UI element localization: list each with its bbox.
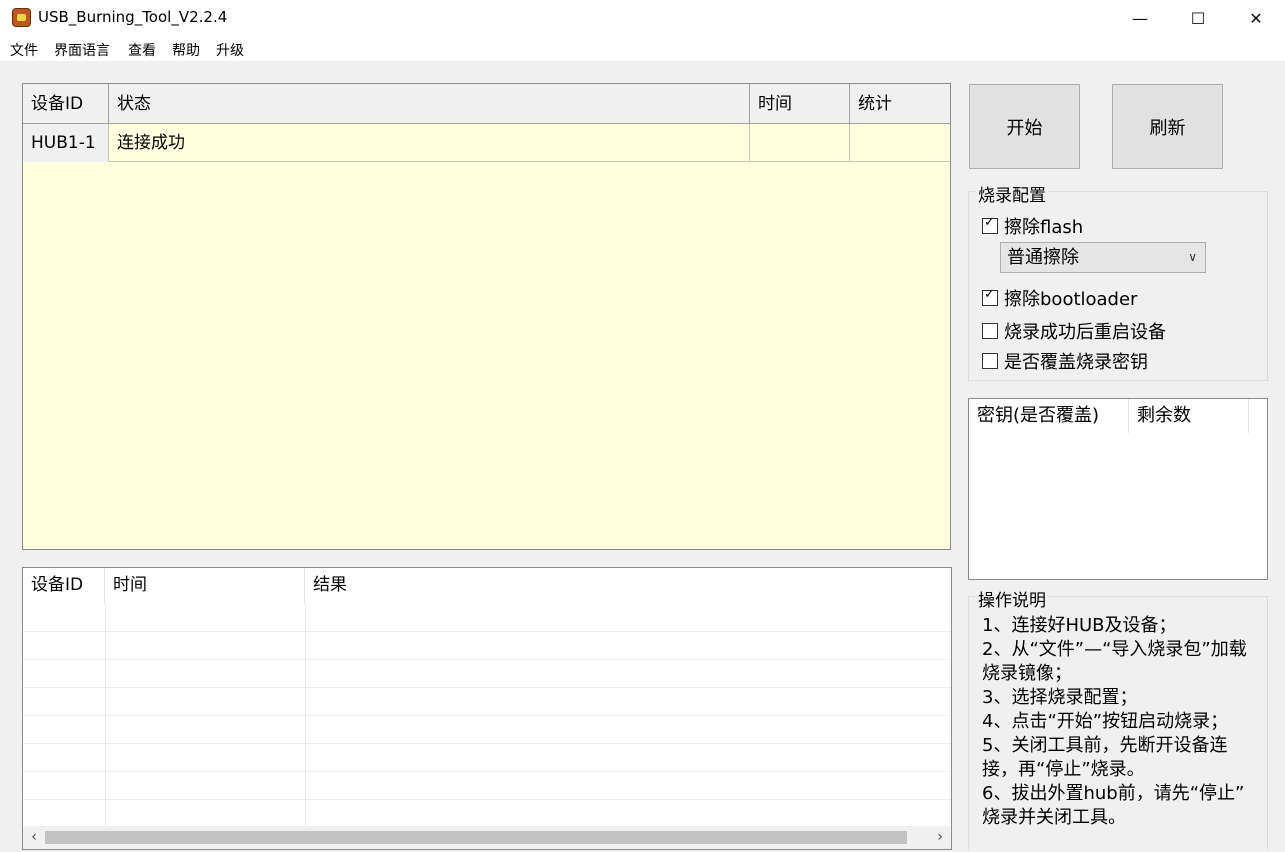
- chevron-down-icon[interactable]: ∨: [1188, 243, 1197, 272]
- device-table-header: 设备ID 状态 时间 统计: [23, 84, 950, 124]
- device-id-cell: HUB1-1: [23, 124, 109, 162]
- instruction-line: 1、连接好HUB及设备；: [982, 615, 1177, 636]
- erase-mode-value: 普通擦除: [1007, 247, 1079, 268]
- instruction-line: 烧录并关闭工具。: [982, 807, 1126, 828]
- burn-config-title: 烧录配置: [976, 181, 1048, 206]
- menu-language[interactable]: 界面语言: [54, 40, 110, 60]
- reboot-after-success-option[interactable]: 烧录成功后重启设备: [982, 318, 1166, 344]
- status-cell: 连接成功: [109, 124, 750, 162]
- reboot-after-success-checkbox[interactable]: [982, 323, 998, 339]
- menu-view[interactable]: 查看: [128, 40, 156, 60]
- erase-bootloader-checkbox[interactable]: [982, 287, 998, 306]
- menu-help[interactable]: 帮助: [172, 40, 200, 60]
- log-grid-row: [23, 772, 951, 800]
- instruction-line: 接，再“停止”烧录。: [982, 759, 1145, 780]
- log-grid-row: [23, 716, 951, 744]
- table-row[interactable]: HUB1-1 连接成功: [23, 124, 950, 162]
- log-grid-row: [23, 744, 951, 772]
- log-column-result[interactable]: 结果: [305, 568, 951, 604]
- erase-bootloader-option[interactable]: 擦除bootloader: [982, 285, 1137, 311]
- instruction-line: 6、拔出外置hub前，请先“停止”: [982, 783, 1245, 804]
- log-table[interactable]: 设备ID 时间 结果 ‹ ›: [22, 567, 952, 850]
- horizontal-scrollbar[interactable]: ‹ ›: [23, 826, 951, 849]
- minimize-button[interactable]: —: [1111, 0, 1169, 36]
- log-grid-divider: [105, 604, 106, 826]
- column-time[interactable]: 时间: [750, 84, 850, 124]
- instruction-line: 3、选择烧录配置；: [982, 687, 1138, 708]
- menu-file[interactable]: 文件: [10, 40, 38, 60]
- overwrite-key-option[interactable]: 是否覆盖烧录密钥: [982, 348, 1148, 374]
- start-button[interactable]: 开始: [969, 84, 1080, 169]
- maximize-button[interactable]: ☐: [1169, 0, 1227, 36]
- log-column-device-id[interactable]: 设备ID: [23, 568, 105, 604]
- overwrite-key-checkbox[interactable]: [982, 353, 998, 369]
- key-column-remaining[interactable]: 剩余数: [1129, 399, 1249, 433]
- log-grid-row: [23, 604, 951, 632]
- erase-flash-label: 擦除flash: [1004, 217, 1084, 238]
- instruction-line: 4、点击“开始”按钮启动烧录；: [982, 711, 1229, 732]
- key-table[interactable]: 密钥(是否覆盖) 剩余数: [968, 398, 1268, 580]
- erase-flash-option[interactable]: 擦除flash: [982, 213, 1083, 239]
- log-grid-row: [23, 632, 951, 660]
- chevron-right-icon[interactable]: ›: [929, 826, 951, 849]
- instruction-line: 5、关闭工具前，先断开设备连: [982, 735, 1228, 756]
- erase-bootloader-label: 擦除bootloader: [1004, 289, 1138, 310]
- column-device-id[interactable]: 设备ID: [23, 84, 109, 124]
- instruction-line: 烧录镜像；: [982, 663, 1072, 684]
- log-grid-row: [23, 688, 951, 716]
- erase-mode-select[interactable]: 普通擦除 ∨: [1000, 242, 1206, 273]
- erase-flash-checkbox[interactable]: [982, 215, 998, 234]
- instructions-text: 1、连接好HUB及设备； 2、从“文件”—“导入烧录包”加载 烧录镜像； 3、选…: [982, 614, 1272, 830]
- column-status[interactable]: 状态: [109, 84, 750, 124]
- time-cell: [750, 124, 850, 162]
- reboot-after-success-label: 烧录成功后重启设备: [1004, 322, 1166, 343]
- log-grid-divider: [305, 604, 306, 826]
- stat-cell: [850, 124, 950, 162]
- app-icon: [12, 8, 31, 27]
- chevron-left-icon[interactable]: ‹: [23, 826, 45, 849]
- close-button[interactable]: ✕: [1227, 0, 1285, 36]
- log-column-time[interactable]: 时间: [105, 568, 305, 604]
- menu-upgrade[interactable]: 升级: [216, 40, 244, 60]
- key-column-key[interactable]: 密钥(是否覆盖): [969, 399, 1129, 433]
- column-stat[interactable]: 统计: [850, 84, 950, 124]
- instruction-line: 2、从“文件”—“导入烧录包”加载: [982, 639, 1247, 660]
- window-title: USB_Burning_Tool_V2.2.4: [38, 8, 228, 26]
- log-table-header: 设备ID 时间 结果: [23, 568, 951, 604]
- instructions-title: 操作说明: [976, 586, 1048, 611]
- log-grid-row: [23, 660, 951, 688]
- scrollbar-thumb[interactable]: [45, 831, 907, 844]
- device-table[interactable]: 设备ID 状态 时间 统计 HUB1-1 连接成功: [22, 83, 951, 550]
- refresh-button[interactable]: 刷新: [1112, 84, 1223, 169]
- overwrite-key-label: 是否覆盖烧录密钥: [1004, 352, 1148, 373]
